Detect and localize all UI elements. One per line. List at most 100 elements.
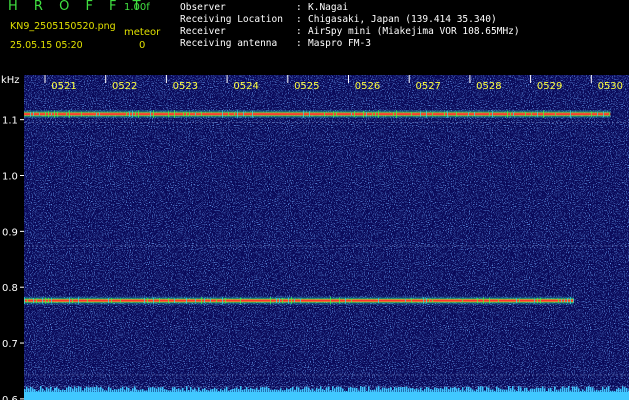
bottom-band-spike <box>346 390 348 392</box>
bottom-band-spike <box>218 390 220 392</box>
bottom-band-spike <box>130 390 132 392</box>
bottom-band-spike <box>98 387 100 392</box>
antenna-value: Maspro FM-3 <box>308 38 371 49</box>
bottom-band-spike <box>234 388 236 392</box>
bottom-band-spike <box>290 388 292 392</box>
bottom-band-spike <box>320 386 322 392</box>
bottom-band-spike <box>574 386 576 392</box>
bottom-band-spike <box>148 387 150 392</box>
bottom-band-spike <box>158 387 160 392</box>
y-tick-label: 0.7 <box>2 339 18 350</box>
bottom-band-spike <box>598 390 600 392</box>
bottom-band-spike <box>162 386 164 392</box>
bottom-band-spike <box>392 390 394 392</box>
bottom-band-spike <box>230 389 232 392</box>
bottom-band-spike <box>426 386 428 392</box>
bottom-band-spike <box>258 389 260 392</box>
bottom-band-spike <box>464 390 466 392</box>
bottom-band-spike <box>478 386 480 392</box>
bottom-band-spike <box>606 387 608 392</box>
bottom-band-spike <box>42 388 44 392</box>
bottom-band-spike <box>214 387 216 392</box>
bottom-band-spike <box>416 388 418 392</box>
bottom-band-spike <box>52 390 54 392</box>
location-key: Receiving Location <box>180 14 283 25</box>
bottom-band-spike <box>450 387 452 392</box>
bottom-band-spike <box>536 387 538 392</box>
bottom-band-spike <box>34 389 36 392</box>
bottom-band-spike <box>82 390 84 392</box>
bottom-band-spike <box>338 386 340 392</box>
bottom-band-spike <box>102 388 104 392</box>
bottom-band-spike <box>562 386 564 392</box>
bottom-band-spike <box>446 387 448 392</box>
bottom-band-spike <box>282 390 284 392</box>
bottom-band-spike <box>48 388 50 392</box>
bottom-band-spike <box>418 389 420 392</box>
bottom-band-spike <box>378 386 380 392</box>
bottom-band-spike <box>264 387 266 392</box>
bottom-band-spike <box>58 388 60 392</box>
bottom-band-spike <box>516 390 518 392</box>
signal-trace <box>24 110 611 119</box>
bottom-band-spike <box>50 386 52 392</box>
bottom-band-spike <box>538 387 540 392</box>
bottom-band-spike <box>96 386 98 392</box>
bottom-band-spike <box>24 388 26 392</box>
bottom-band-spike <box>244 389 246 392</box>
bottom-band-spike <box>608 386 610 392</box>
antenna-sep: : <box>296 38 302 49</box>
bottom-band-spike <box>248 389 250 392</box>
y-tick-label: 1.0 <box>2 172 18 183</box>
bottom-band-spike <box>458 387 460 392</box>
bottom-band-spike <box>294 389 296 392</box>
bottom-band-spike <box>400 387 402 392</box>
bottom-band-spike <box>584 390 586 392</box>
bottom-band-spike <box>382 387 384 392</box>
bottom-band-spike <box>510 388 512 392</box>
bottom-band-spike <box>488 387 490 392</box>
location-value: Chigasaki, Japan (139.414 35.340) <box>308 14 497 25</box>
bottom-band-spike <box>306 386 308 392</box>
bottom-band-spike <box>434 387 436 392</box>
bottom-band-spike <box>252 388 254 392</box>
bottom-band-spike <box>520 387 522 392</box>
bottom-band-spike <box>572 386 574 392</box>
bottom-band-spike <box>460 390 462 392</box>
x-tick-label: 0522 <box>112 81 137 92</box>
bottom-band-spike <box>78 386 80 392</box>
bottom-band-spike <box>344 390 346 392</box>
bottom-band-spike <box>544 388 546 392</box>
bottom-band-spike <box>424 388 426 392</box>
bottom-band-spike <box>88 387 90 392</box>
bottom-band-spike <box>156 388 158 392</box>
bottom-band-spike <box>240 386 242 392</box>
x-tick-label: 0529 <box>537 81 562 92</box>
header: H R O F F T 1.00f KN9_2505150520.png met… <box>0 0 629 75</box>
bottom-band-spike <box>182 387 184 392</box>
bottom-band-spike <box>558 390 560 392</box>
bottom-band-spike <box>526 387 528 392</box>
bottom-band-spike <box>384 387 386 392</box>
bottom-band-spike <box>506 389 508 392</box>
bottom-band-spike <box>530 388 532 392</box>
bottom-band-spike <box>490 389 492 392</box>
bottom-band-spike <box>236 387 238 392</box>
bottom-band-spike <box>624 387 626 392</box>
bottom-band-spike <box>68 386 70 392</box>
bottom-band-spike <box>376 387 378 392</box>
bottom-band-spike <box>72 388 74 392</box>
file-name: KN9_2505150520.png <box>10 21 116 32</box>
bottom-band-spike <box>412 387 414 392</box>
bottom-band-spike <box>104 390 106 392</box>
bottom-band-spike <box>512 386 514 392</box>
bottom-band-spike <box>620 388 622 392</box>
bottom-band-spike <box>28 388 30 392</box>
bottom-band-spike <box>560 388 562 392</box>
bottom-band-spike <box>206 389 208 392</box>
bottom-band-spike <box>470 388 472 392</box>
bottom-band-spike <box>550 387 552 392</box>
bottom-band-spike <box>604 388 606 392</box>
bottom-band-spike <box>612 390 614 392</box>
bottom-band-spike <box>402 387 404 392</box>
